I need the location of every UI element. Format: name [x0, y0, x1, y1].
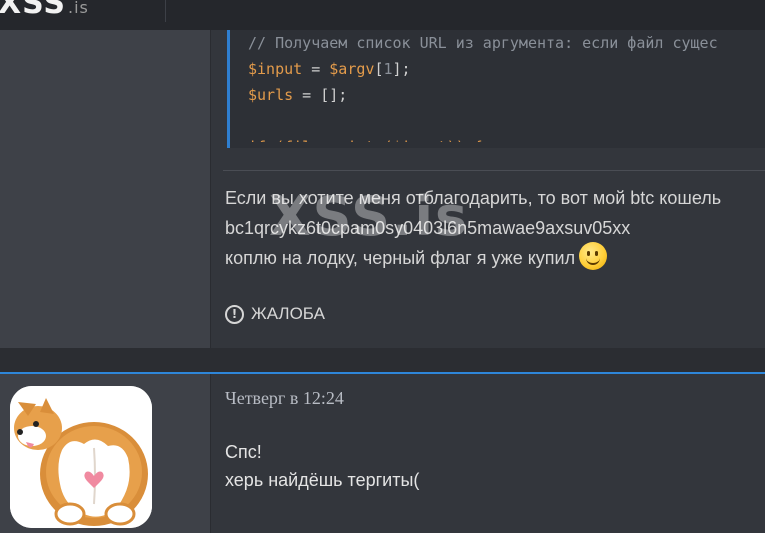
- post-separator: [0, 348, 765, 372]
- signature-btc-address: bc1qrcykz6t0cpam0sy0403l6n5mawae9axsuv05…: [225, 218, 631, 238]
- code-line-comment: // Получаем список URL из аргумента: есл…: [248, 34, 718, 52]
- code-fade: [230, 142, 765, 148]
- code-line-urls: $urls = [];: [248, 86, 348, 104]
- signature-divider: [223, 170, 765, 171]
- message-line: херь найдёшь тергиты(: [225, 470, 420, 490]
- post-content-1: // Получаем список URL из аргумента: есл…: [210, 30, 765, 348]
- site-logo[interactable]: XSS .is: [0, 0, 89, 21]
- post-sidebar-2: [0, 374, 210, 533]
- avatar[interactable]: [10, 386, 152, 528]
- post-message: Спс! херь найдёшь тергиты(: [225, 438, 419, 494]
- top-bar: XSS .is: [0, 0, 765, 30]
- signature-line-3: коплю на лодку, черный флаг я уже купил: [225, 242, 721, 273]
- topbar-divider: [165, 0, 166, 22]
- code-block[interactable]: // Получаем список URL из аргумента: есл…: [227, 30, 765, 148]
- alert-circle-icon: !: [225, 304, 244, 324]
- signature-line-1: Если вы хотите меня отблагодарить, то во…: [225, 188, 722, 208]
- signature: Если вы хотите меня отблагодарить, то во…: [225, 183, 721, 273]
- corgi-avatar-icon: [10, 386, 152, 528]
- post-content-2: Четверг в 12:24 Спс! херь найдёшь тергит…: [210, 374, 765, 533]
- post-timestamp[interactable]: Четверг в 12:24: [225, 388, 344, 409]
- report-label: ЖАЛОБА: [251, 304, 325, 323]
- code-line-input: $input = $argv[1];: [248, 60, 411, 78]
- post-sidebar-1: [0, 30, 210, 348]
- message-line: Спс!: [225, 442, 262, 462]
- report-button[interactable]: ! ЖАЛОБА: [225, 304, 325, 324]
- smiley-icon: [579, 242, 608, 271]
